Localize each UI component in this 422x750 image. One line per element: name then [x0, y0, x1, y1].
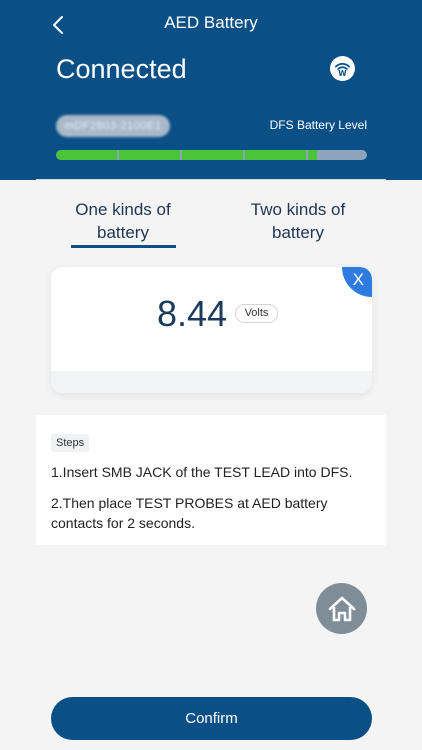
battery-level-segment	[119, 150, 180, 160]
close-icon: X	[352, 270, 364, 289]
tab-two-kinds[interactable]: Two kinds of battery	[228, 198, 368, 244]
confirm-button[interactable]: Confirm	[51, 697, 372, 740]
step-item: 2.Then place TEST PROBES at AED battery …	[51, 495, 328, 531]
tab-label-line: battery	[272, 223, 324, 242]
wifi-button[interactable]: W	[330, 56, 355, 81]
svg-text:W: W	[338, 69, 347, 78]
battery-level-segment	[308, 150, 317, 160]
page-title: AED Battery	[164, 13, 258, 32]
voltage-value: 8.44	[157, 293, 228, 334]
steps-tag: Steps	[51, 434, 90, 452]
tab-one-kind[interactable]: One kinds of battery	[53, 198, 193, 244]
connection-status: Connected	[56, 54, 187, 84]
step-item: 1.Insert SMB JACK of the TEST LEAD into …	[51, 464, 353, 480]
divider	[36, 179, 386, 180]
battery-type-tabs: One kinds of battery Two kinds of batter…	[36, 198, 386, 250]
tab-label-line: One kinds of	[75, 200, 171, 219]
battery-level-segment	[182, 150, 243, 160]
home-button[interactable]	[316, 583, 367, 634]
battery-level-bar	[56, 150, 367, 160]
voltage-card: 8.44 Volts X	[51, 267, 372, 393]
card-footer	[51, 371, 372, 393]
steps-panel: Steps 1.Insert SMB JACK of the TEST LEAD…	[36, 415, 386, 545]
tab-label-line: battery	[97, 223, 149, 242]
tab-label-line: Two kinds of	[250, 200, 346, 219]
active-tab-indicator	[71, 245, 176, 248]
close-button[interactable]: X	[342, 267, 372, 297]
header-bar: AED Battery Connected W mDF2803-2100E1 D…	[0, 0, 422, 180]
battery-level-fill	[56, 150, 317, 160]
battery-level-segment	[245, 150, 306, 160]
voltage-unit: Volts	[235, 304, 278, 323]
device-id-badge: mDF2803-2100E1	[56, 115, 170, 137]
home-icon	[328, 596, 355, 621]
battery-level-label: DFS Battery Level	[269, 118, 367, 132]
wifi-icon: W	[334, 63, 351, 78]
battery-level-segment	[56, 150, 117, 160]
